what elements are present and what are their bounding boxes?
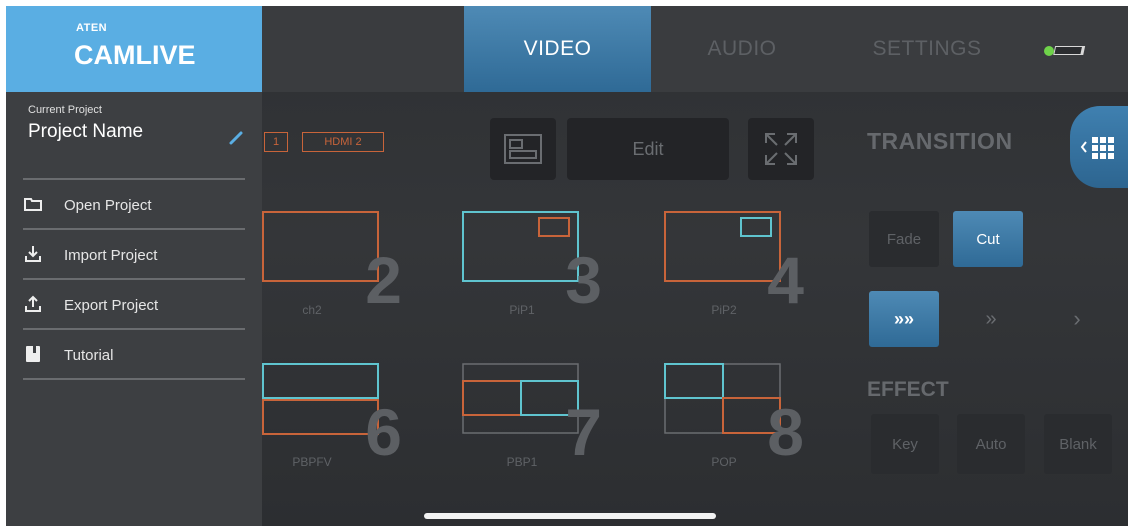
app-window: VIDEO AUDIO SETTINGS 1 HDMI 2 Edit 2 ch2… [6, 6, 1128, 526]
menu-label: Open Project [64, 196, 152, 214]
layout-label: POP [711, 455, 737, 469]
tab-settings[interactable]: SETTINGS [852, 6, 1002, 92]
folder-icon [24, 198, 42, 211]
side-panel-toggle[interactable] [1070, 106, 1128, 188]
speed-slow-button[interactable]: › [1042, 291, 1112, 347]
layout-label: PiP2 [711, 303, 737, 317]
layout-label: PiP1 [509, 303, 535, 317]
source-1-label[interactable]: 1 [264, 132, 288, 152]
fade-button[interactable]: Fade [869, 211, 939, 267]
grid-menu-icon [1080, 137, 1114, 159]
layout-label: ch2 [302, 303, 322, 317]
key-button[interactable]: Key [871, 414, 939, 474]
menu-open-project[interactable]: Open Project [6, 180, 262, 230]
layout-tile-pbpfv[interactable]: 6 PBPFV [262, 362, 402, 472]
layout-tile-pip1[interactable]: 3 PiP1 [462, 210, 602, 320]
aten-logo: ATEN [76, 22, 108, 34]
import-icon [25, 246, 41, 262]
layout-tile-pbp1[interactable]: 7 PBP1 [462, 362, 602, 472]
speed-medium-button[interactable]: » [956, 291, 1026, 347]
expand-icon [765, 133, 797, 165]
cut-button[interactable]: Cut [953, 211, 1023, 267]
menu-label: Tutorial [64, 346, 114, 364]
brand-header: ATEN CAMLIVE [6, 6, 262, 92]
layout-label: PBP1 [506, 455, 538, 469]
layout-view-button[interactable] [490, 118, 556, 180]
transition-title: TRANSITION [867, 128, 1013, 154]
source-hdmi2-label[interactable]: HDMI 2 [302, 132, 384, 152]
menu-label: Import Project [64, 246, 158, 264]
layout-label: PBPFV [292, 455, 332, 469]
menu-export-project[interactable]: Export Project [6, 280, 262, 330]
project-name: Project Name [28, 121, 144, 142]
effect-title: EFFECT [867, 378, 949, 401]
menu-tutorial[interactable]: Tutorial [6, 330, 262, 380]
main-area: VIDEO AUDIO SETTINGS 1 HDMI 2 Edit 2 ch2… [262, 6, 1128, 526]
auto-button[interactable]: Auto [957, 414, 1025, 474]
book-icon [26, 346, 40, 362]
menu-label: Export Project [64, 296, 159, 314]
fullscreen-button[interactable] [748, 118, 814, 180]
sidebar: ATEN CAMLIVE Current Project Project Nam… [6, 6, 262, 526]
layout-tile-ch2[interactable]: 2 ch2 [262, 210, 402, 320]
current-project-label: Current Project [28, 104, 102, 116]
layout-icon [504, 134, 542, 164]
tab-audio[interactable]: AUDIO [662, 6, 822, 92]
top-tab-bar: VIDEO AUDIO SETTINGS [262, 6, 1128, 92]
export-icon [25, 295, 41, 312]
layout-tile-pip2[interactable]: 4 PiP2 [664, 210, 804, 320]
layout-tile-pop[interactable]: 8 POP [664, 362, 804, 472]
blank-button[interactable]: Blank [1044, 414, 1112, 474]
menu-import-project[interactable]: Import Project [6, 230, 262, 280]
divider [23, 378, 245, 380]
app-name: CAMLIVE [74, 40, 196, 70]
home-indicator[interactable] [424, 513, 716, 519]
battery-icon [1044, 46, 1086, 56]
speed-fast-button[interactable]: »» [869, 291, 939, 347]
edit-button[interactable]: Edit [567, 118, 729, 180]
tab-video[interactable]: VIDEO [464, 6, 651, 92]
pencil-icon[interactable] [228, 130, 244, 146]
